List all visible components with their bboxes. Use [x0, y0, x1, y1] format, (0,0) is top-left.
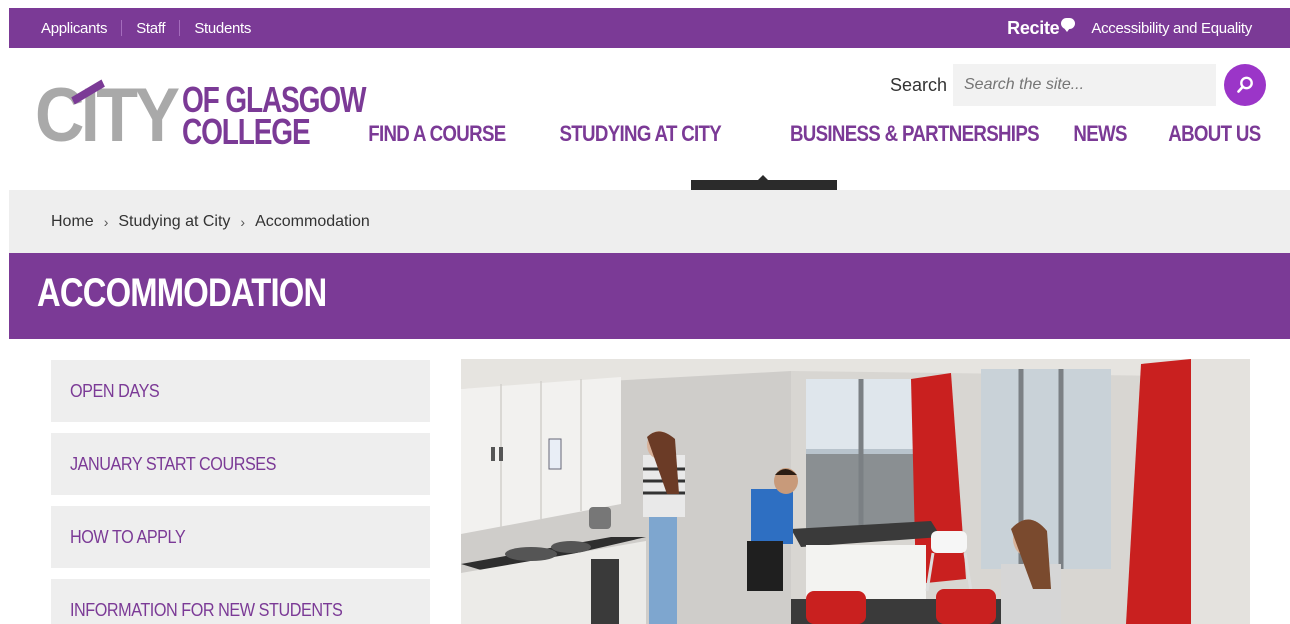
kitchen-scene-illustration: [461, 359, 1250, 624]
breadcrumb-studying-at-city[interactable]: Studying at City: [118, 213, 230, 231]
breadcrumb: Home › Studying at City › Accommodation: [9, 190, 1290, 253]
side-menu: OPEN DAYS JANUARY START COURSES HOW TO A…: [51, 360, 430, 624]
topbar-right: Recite Accessibility and Equality: [1007, 8, 1252, 48]
nav-find-a-course[interactable]: FIND A COURSE: [368, 121, 506, 147]
active-nav-indicator: [691, 175, 837, 190]
search-input[interactable]: [953, 64, 1216, 106]
side-menu-item-new-students[interactable]: INFORMATION FOR NEW STUDENTS: [51, 579, 430, 624]
side-menu-label: OPEN DAYS: [70, 380, 160, 401]
audience-links: Applicants Staff Students: [41, 8, 251, 48]
search-button[interactable]: [1224, 64, 1266, 106]
recite-label: Recite: [1007, 17, 1060, 38]
magnifier-icon: [1237, 76, 1253, 93]
nav-about-us[interactable]: ABOUT US: [1168, 121, 1261, 147]
page-title-banner: ACCOMMODATION: [9, 253, 1290, 339]
side-menu-item-january-start[interactable]: JANUARY START COURSES: [51, 433, 430, 495]
accommodation-photo: [461, 359, 1250, 624]
chevron-right-icon: ›: [103, 213, 109, 230]
site-header: CITY OF GLASGOW COLLEGE Search FIND A CO…: [9, 48, 1290, 180]
link-students[interactable]: Students: [194, 20, 251, 37]
link-divider: [179, 20, 181, 36]
side-menu-item-open-days[interactable]: OPEN DAYS: [51, 360, 430, 422]
top-utility-bar: Applicants Staff Students Recite Accessi…: [9, 8, 1290, 48]
search-label: Search: [889, 74, 947, 95]
main-navigation: FIND A COURSE STUDYING AT CITY BUSINESS …: [319, 121, 1260, 147]
page-title: ACCOMMODATION: [37, 271, 327, 315]
breadcrumb-home[interactable]: Home: [51, 213, 94, 231]
recite-button[interactable]: Recite: [1007, 17, 1076, 39]
side-menu-item-how-to-apply[interactable]: HOW TO APPLY: [51, 506, 430, 568]
breadcrumb-current: Accommodation: [255, 212, 370, 230]
link-divider: [121, 20, 123, 36]
side-menu-label: INFORMATION FOR NEW STUDENTS: [70, 599, 343, 620]
site-search: Search: [890, 64, 1266, 106]
nav-news[interactable]: NEWS: [1073, 121, 1127, 147]
link-staff[interactable]: Staff: [136, 20, 165, 37]
link-applicants[interactable]: Applicants: [41, 20, 108, 37]
side-menu-label: JANUARY START COURSES: [70, 453, 277, 474]
chevron-right-icon: ›: [240, 213, 246, 230]
logo-city-text: CITY: [35, 73, 180, 158]
logo-city-wordmark: CITY: [35, 78, 180, 154]
nav-studying-at-city[interactable]: STUDYING AT CITY: [559, 121, 721, 147]
page: Applicants Staff Students Recite Accessi…: [0, 0, 1290, 624]
accessibility-link[interactable]: Accessibility and Equality: [1091, 20, 1252, 37]
speech-bubble-icon: [1061, 17, 1076, 32]
nav-business-partnerships[interactable]: BUSINESS & PARTNERSHIPS: [790, 121, 1040, 147]
side-menu-label: HOW TO APPLY: [70, 526, 186, 547]
